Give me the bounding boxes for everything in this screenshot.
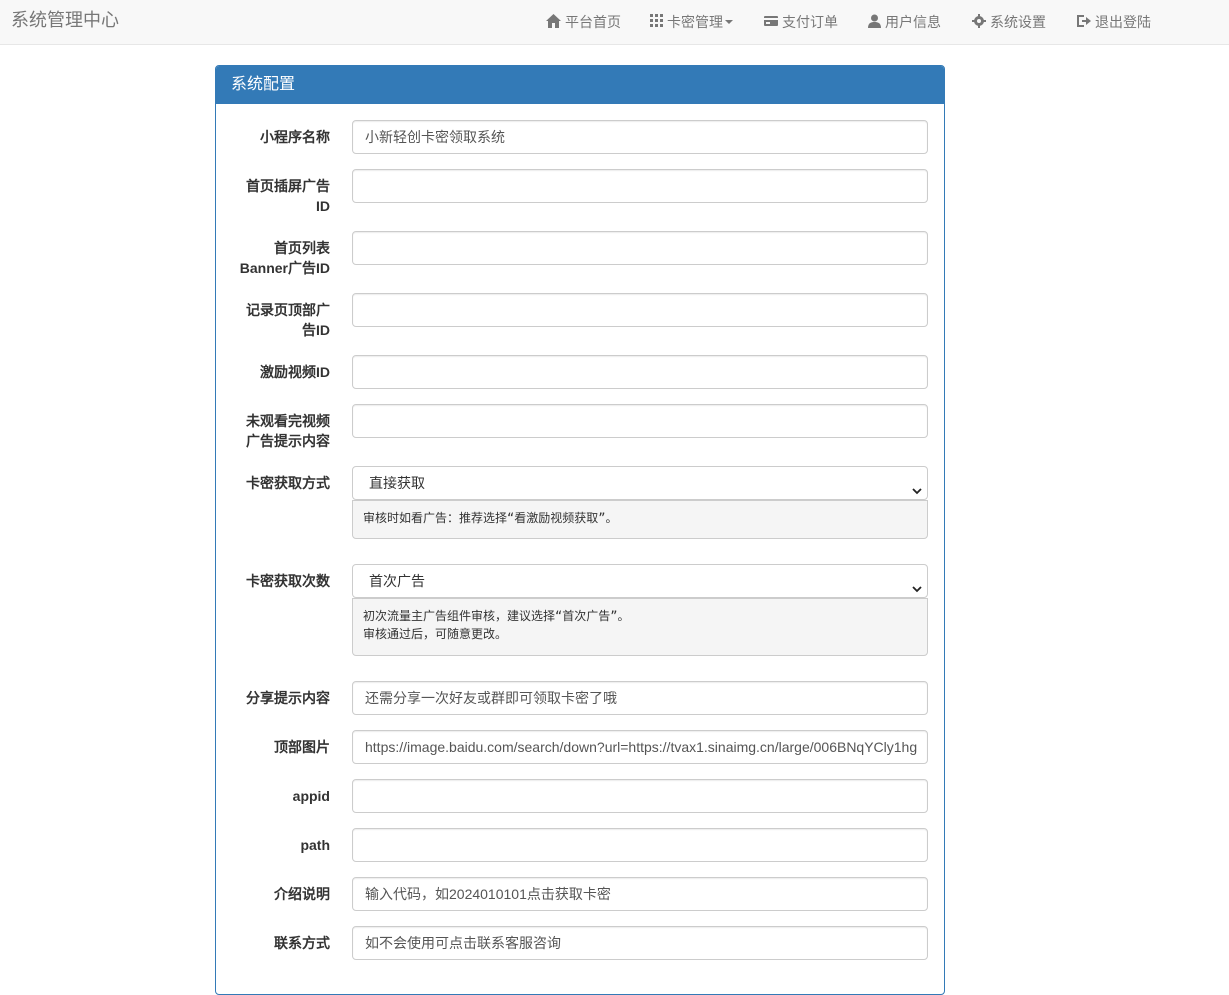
field-label-reward-video-id: 激励视频ID <box>260 364 330 380</box>
nav-item-logout[interactable]: 退出登陆 <box>1076 0 1151 44</box>
field-label-appid: appid <box>292 788 330 804</box>
nav-item-card-management-label: 卡密管理 <box>667 14 723 30</box>
top-navbar: 系统管理中心 平台首页 卡密管理 支付订单 用户信息 系统设置 退出登陆 <box>0 0 1229 45</box>
acquire-count-selected: 首次广告 <box>369 573 425 589</box>
label-line: 记录页顶部广 <box>246 302 330 318</box>
field-label-introduction: 介绍说明 <box>274 886 330 902</box>
logout-icon <box>1076 14 1091 31</box>
label-line: 未观看完视频 <box>246 413 330 429</box>
nav-item-logout-label: 退出登陆 <box>1095 14 1151 30</box>
field-label-contact: 联系方式 <box>274 935 330 951</box>
introduction-input[interactable]: 输入代码，如2024010101点击获取卡密 <box>352 877 928 911</box>
app-name-input[interactable]: 小新轻创卡密领取系统 <box>352 120 928 154</box>
nav-item-card-management[interactable]: 卡密管理 <box>650 0 733 44</box>
label-line: 广告提示内容 <box>246 433 330 449</box>
share-tip-input[interactable]: 还需分享一次好友或群即可领取卡密了哦 <box>352 681 928 715</box>
acquire-count-help: 初次流量主广告组件审核，建议选择“首次广告”。 审核通过后，可随意更改。 <box>352 598 928 656</box>
nav-item-user-info-label: 用户信息 <box>885 14 941 30</box>
nav-item-home[interactable]: 平台首页 <box>546 0 621 44</box>
field-label-share-tip: 分享提示内容 <box>246 690 330 706</box>
nav-item-system-settings[interactable]: 系统设置 <box>972 0 1046 44</box>
field-label-top-image: 顶部图片 <box>274 739 330 755</box>
nav-item-payment-orders[interactable]: 支付订单 <box>764 0 838 44</box>
unfinished-video-tip-input[interactable] <box>352 404 928 438</box>
acquire-method-select[interactable]: 直接获取 <box>352 466 928 500</box>
acquire-count-select[interactable]: 首次广告 <box>352 564 928 598</box>
field-label-banner-ad-id: 首页列表 Banner广告ID <box>210 238 330 278</box>
field-label-acquire-count: 卡密获取次数 <box>246 573 330 589</box>
brand-title[interactable]: 系统管理中心 <box>11 9 119 31</box>
reward-video-id-input[interactable] <box>352 355 928 389</box>
field-label-app-name: 小程序名称 <box>260 129 330 145</box>
path-input[interactable] <box>352 828 928 862</box>
field-label-record-top-ad-id: 记录页顶部广 告ID <box>210 300 330 340</box>
field-label-unfinished-video-tip: 未观看完视频 广告提示内容 <box>210 411 330 451</box>
credit-card-icon <box>764 14 778 30</box>
grid-icon <box>650 14 663 30</box>
caret-down-icon <box>725 20 733 24</box>
nav-item-home-label: 平台首页 <box>565 14 621 30</box>
acquire-method-help: 审核时如看广告：推荐选择“看激励视频获取”。 <box>352 500 928 539</box>
record-top-ad-id-input[interactable] <box>352 293 928 327</box>
field-label-acquire-method: 卡密获取方式 <box>246 475 330 491</box>
appid-input[interactable] <box>352 779 928 813</box>
banner-ad-id-input[interactable] <box>352 231 928 265</box>
gear-icon <box>972 13 986 31</box>
acquire-method-selected: 直接获取 <box>369 475 425 491</box>
nav-item-payment-orders-label: 支付订单 <box>782 14 838 30</box>
label-line: 首页插屏广告 <box>246 178 330 194</box>
field-label-interstitial-ad-id: 首页插屏广告 ID <box>210 176 330 216</box>
label-line: 告ID <box>302 322 330 338</box>
label-line: Banner广告ID <box>239 260 330 276</box>
home-icon <box>546 13 561 31</box>
nav-item-system-settings-label: 系统设置 <box>990 14 1046 30</box>
panel-title: 系统配置 <box>216 66 944 104</box>
field-label-path: path <box>300 837 330 853</box>
top-image-input[interactable]: https://image.baidu.com/search/down?url=… <box>352 730 928 764</box>
contact-input[interactable]: 如不会使用可点击联系客服咨询 <box>352 926 928 960</box>
label-line: 首页列表 <box>274 240 330 256</box>
interstitial-ad-id-input[interactable] <box>352 169 928 203</box>
label-line: ID <box>316 198 330 214</box>
nav-item-user-info[interactable]: 用户信息 <box>868 0 941 44</box>
user-icon <box>868 14 881 31</box>
